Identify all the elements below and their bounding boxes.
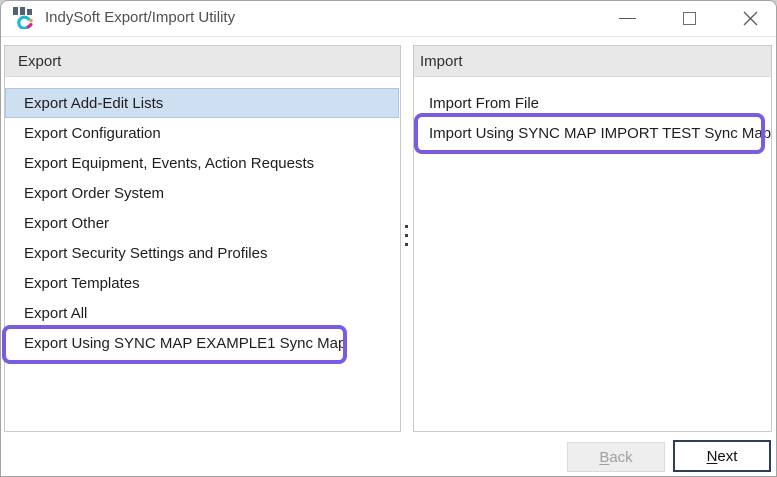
app-icon	[12, 7, 34, 29]
list-item-export-other[interactable]: Export Other	[5, 208, 400, 238]
list-item-export-configuration[interactable]: Export Configuration	[5, 118, 400, 148]
splitter-dot	[405, 225, 408, 228]
close-icon	[742, 10, 759, 27]
maximize-button[interactable]	[667, 1, 711, 35]
minimize-button[interactable]	[605, 1, 649, 35]
panel-splitter-handle[interactable]	[403, 225, 409, 246]
splitter-dot	[405, 243, 408, 246]
list-item-export-using-sync-map[interactable]: Export Using SYNC MAP EXAMPLE1 Sync Map	[5, 328, 400, 358]
list-item-export-security-settings-and-profiles[interactable]: Export Security Settings and Profiles	[5, 238, 400, 268]
back-button[interactable]: Back	[567, 442, 665, 472]
next-button[interactable]: Next	[673, 440, 771, 472]
title-bar[interactable]: IndySoft Export/Import Utility	[1, 1, 776, 37]
close-button[interactable]	[728, 1, 772, 35]
maximize-icon	[683, 12, 696, 25]
export-panel-header: Export	[5, 46, 400, 77]
list-item-export-templates[interactable]: Export Templates	[5, 268, 400, 298]
list-item-export-order-system[interactable]: Export Order System	[5, 178, 400, 208]
export-panel: Export Export Add-Edit Lists Export Conf…	[4, 45, 401, 432]
splitter-dot	[405, 234, 408, 237]
export-list: Export Add-Edit Lists Export Configurati…	[5, 77, 400, 358]
app-window: IndySoft Export/Import Utility Export Ex…	[0, 0, 777, 477]
list-item-export-equipment-events-action-requests[interactable]: Export Equipment, Events, Action Request…	[5, 148, 400, 178]
list-item-export-all[interactable]: Export All	[5, 298, 400, 328]
import-panel: Import Import From File Import Using SYN…	[413, 45, 772, 432]
window-title: IndySoft Export/Import Utility	[45, 9, 235, 26]
list-item-import-from-file[interactable]: Import From File	[414, 88, 771, 118]
list-item-import-using-sync-map[interactable]: Import Using SYNC MAP IMPORT TEST Sync M…	[414, 118, 771, 148]
list-item-export-add-edit-lists[interactable]: Export Add-Edit Lists	[5, 88, 399, 118]
import-list: Import From File Import Using SYNC MAP I…	[414, 77, 771, 148]
import-panel-header: Import	[414, 46, 771, 77]
minimize-icon	[619, 18, 636, 19]
